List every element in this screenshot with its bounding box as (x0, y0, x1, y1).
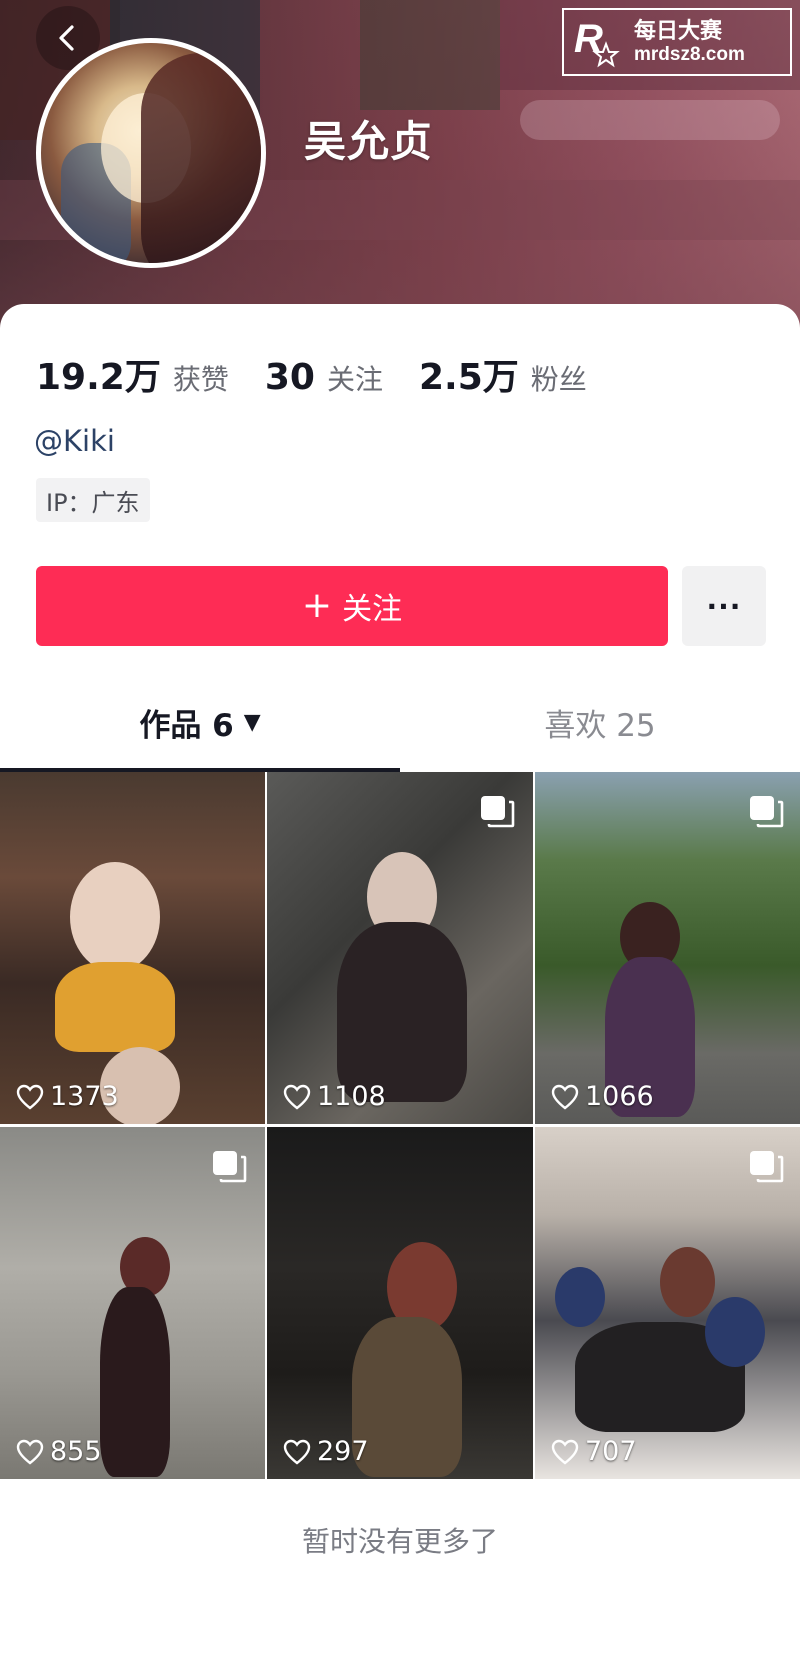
like-count: 1108 (283, 1081, 386, 1112)
multi-image-icon (481, 796, 515, 828)
avatar[interactable] (36, 38, 266, 268)
profile-tabs: 作品 6 ▼ 喜欢 25 (0, 672, 800, 772)
stat-label: 获赞 (172, 363, 229, 396)
stat-followers[interactable]: 2.5万 粉丝 (419, 348, 587, 400)
caret-down-icon: ▼ (243, 709, 261, 735)
plus-icon: + (301, 585, 333, 626)
stat-value: 30 (264, 357, 315, 398)
cover-light (520, 100, 780, 140)
end-of-list-note: 暂时没有更多了 (301, 1525, 498, 1558)
multi-image-icon (750, 796, 784, 828)
stat-label: 粉丝 (530, 363, 587, 396)
video-thumbnail[interactable]: 707 (535, 1127, 800, 1479)
watermark-url: mrdsz8.com (634, 43, 745, 65)
watermark-brand: 每日大赛 (634, 18, 723, 44)
tab-likes[interactable]: 喜欢 25 (400, 672, 800, 772)
user-handle: @Kiki (34, 424, 115, 458)
video-thumbnail[interactable]: 1373 (0, 772, 265, 1124)
video-thumbnail[interactable]: 1108 (267, 772, 533, 1124)
video-thumbnail[interactable]: 1066 (535, 772, 800, 1124)
video-thumbnail[interactable]: 855 (0, 1127, 265, 1479)
profile-card: 19.2万 获赞 30 关注 2.5万 粉丝 @Kiki IP：广东 + 关注 … (0, 304, 800, 1660)
multi-image-icon (213, 1151, 247, 1183)
like-count: 855 (16, 1436, 102, 1467)
follow-label: 关注 (342, 592, 403, 627)
tab-works[interactable]: 作品 6 ▼ (0, 672, 400, 772)
tab-label: 作品 6 (139, 707, 234, 744)
stat-value: 19.2万 (36, 357, 161, 398)
watermark-logo: R (572, 14, 628, 70)
chevron-left-icon (59, 25, 74, 51)
like-count: 707 (551, 1436, 637, 1467)
stat-following[interactable]: 30 关注 (265, 357, 383, 398)
profile-name: 吴允贞 (304, 117, 434, 166)
multi-image-icon (750, 1151, 784, 1183)
video-grid: 1373 1108 1066 855 297 707 (0, 772, 800, 1479)
stat-value: 2.5万 (418, 357, 519, 398)
video-thumbnail[interactable]: 297 (267, 1127, 533, 1479)
stat-likes[interactable]: 19.2万 获赞 (36, 348, 229, 400)
tab-label: 喜欢 25 (544, 707, 656, 744)
heart-icon (551, 1439, 579, 1465)
follow-button[interactable]: + 关注 (36, 566, 668, 646)
ip-location-badge: IP：广东 (36, 478, 150, 522)
heart-icon (283, 1439, 311, 1465)
like-count: 1373 (16, 1081, 119, 1112)
more-icon: ··· (706, 589, 742, 623)
like-count: 297 (283, 1436, 369, 1467)
stat-label: 关注 (326, 363, 383, 396)
watermark: R 每日大赛 mrdsz8.com (562, 8, 792, 76)
more-options-button[interactable]: ··· (682, 566, 766, 646)
heart-icon (551, 1084, 579, 1110)
heart-icon (283, 1084, 311, 1110)
cover-building (360, 0, 500, 110)
like-count: 1066 (551, 1081, 654, 1112)
heart-icon (16, 1439, 44, 1465)
profile-stats: 19.2万 获赞 30 关注 2.5万 粉丝 (36, 348, 623, 400)
heart-icon (16, 1084, 44, 1110)
